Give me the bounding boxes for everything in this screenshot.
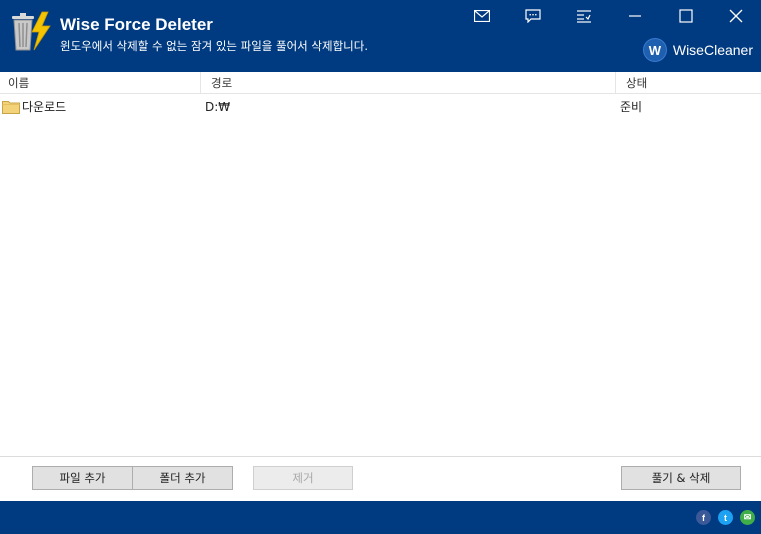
wisecleaner-logo-icon: W <box>642 38 667 62</box>
close-icon[interactable] <box>711 0 761 32</box>
row-name-text: 다운로드 <box>22 100 67 114</box>
brand-name: WiseCleaner <box>672 42 753 58</box>
email-icon[interactable]: ✉ <box>740 510 755 525</box>
minimize-icon[interactable] <box>609 0 660 32</box>
mail-icon[interactable] <box>456 0 507 32</box>
app-subtitle: 윈도우에서 삭제할 수 없는 잠겨 있는 파일을 풀어서 삭제합니다. <box>60 39 368 53</box>
titlebar-controls <box>456 0 761 32</box>
title-bar: Wise Force Deleter 윈도우에서 삭제할 수 없는 잠겨 있는 … <box>0 0 761 72</box>
table-row[interactable]: 다운로드 D:₩ 준비 <box>0 95 761 119</box>
menu-icon[interactable] <box>558 0 609 32</box>
app-title: Wise Force Deleter <box>60 15 213 34</box>
folder-icon <box>2 101 20 114</box>
column-header-path[interactable]: 경로 <box>201 72 616 94</box>
bottom-divider <box>0 456 761 457</box>
unlock-delete-button[interactable]: 풀기 & 삭제 <box>621 466 741 490</box>
row-path-cell: D:₩ <box>205 100 231 114</box>
trash-lightning-logo-icon <box>12 11 51 51</box>
wisecleaner-brand[interactable]: W WiseCleaner <box>642 37 753 63</box>
row-status-cell: 준비 <box>620 100 643 114</box>
facebook-icon[interactable]: f <box>696 510 711 525</box>
footer-bar: f t ✉ <box>0 501 761 534</box>
column-header-status[interactable]: 상태 <box>616 72 761 94</box>
file-list: 다운로드 D:₩ 준비 <box>0 95 761 456</box>
twitter-icon[interactable]: t <box>718 510 733 525</box>
add-file-button[interactable]: 파일 추가 <box>32 466 133 490</box>
maximize-icon[interactable] <box>660 0 711 32</box>
add-folder-button[interactable]: 폴더 추가 <box>132 466 233 490</box>
column-header-name[interactable]: 이름 <box>0 72 201 94</box>
remove-button[interactable]: 제거 <box>253 466 353 490</box>
table-header: 이름 경로 상태 <box>0 72 761 94</box>
row-name-cell: 다운로드 <box>2 95 66 119</box>
feedback-icon[interactable] <box>507 0 558 32</box>
